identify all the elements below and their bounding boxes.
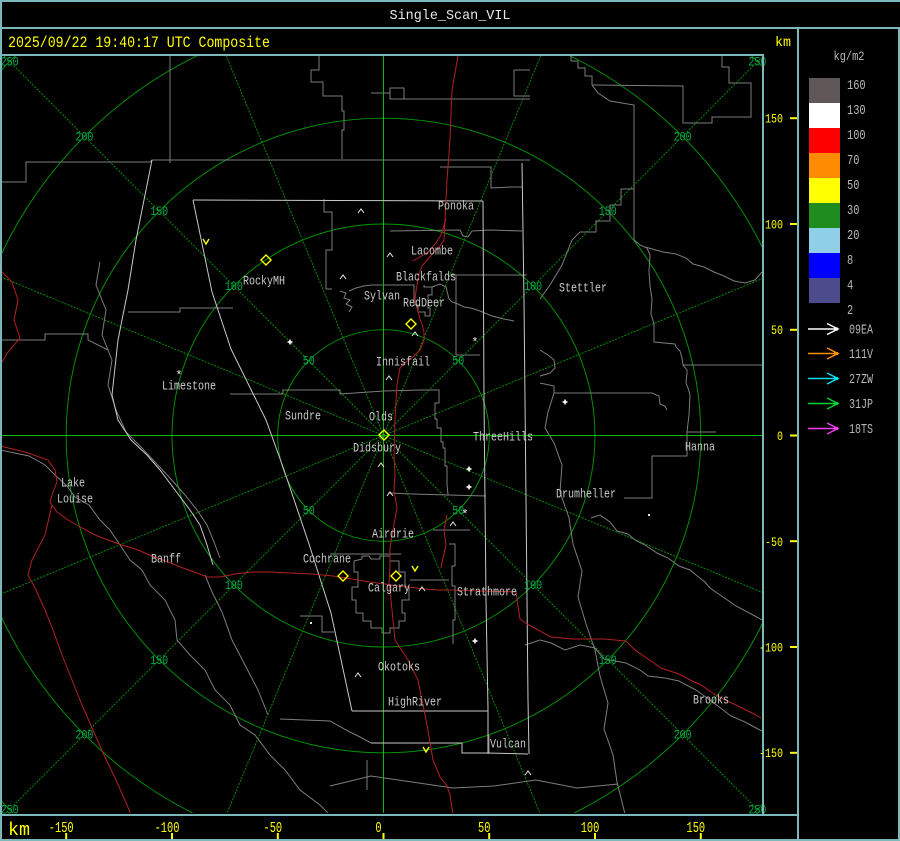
svg-text:-100: -100: [759, 641, 783, 656]
svg-text:200: 200: [75, 129, 93, 144]
svg-text:160: 160: [847, 79, 866, 94]
svg-text:27ZW: 27ZW: [849, 373, 874, 388]
svg-text:*: *: [471, 336, 478, 350]
svg-text:Single_Scan_VIL: Single_Scan_VIL: [390, 8, 511, 24]
svg-text:100: 100: [581, 821, 600, 837]
svg-text:111V: 111V: [849, 348, 874, 363]
svg-text:km: km: [775, 36, 791, 51]
svg-text:31JP: 31JP: [849, 398, 873, 413]
svg-text:Sylvan: Sylvan: [364, 289, 400, 304]
svg-text:2: 2: [847, 304, 853, 319]
svg-text:0: 0: [777, 429, 783, 444]
svg-text:RockyMH: RockyMH: [243, 274, 285, 289]
svg-text:4: 4: [847, 279, 853, 294]
svg-text:-100: -100: [155, 821, 180, 837]
svg-text:Blackfalds: Blackfalds: [396, 270, 456, 285]
svg-text:*: *: [461, 508, 468, 522]
svg-text:100: 100: [524, 578, 542, 593]
svg-text:0: 0: [375, 821, 381, 837]
svg-text:150: 150: [687, 821, 706, 837]
svg-text:100: 100: [847, 129, 866, 144]
svg-text:kg/m2: kg/m2: [834, 49, 865, 64]
svg-text:ThreeHills: ThreeHills: [473, 430, 533, 445]
svg-text:150: 150: [150, 653, 168, 668]
svg-text:Brooks: Brooks: [693, 693, 729, 708]
svg-text:Vulcan: Vulcan: [490, 737, 526, 752]
svg-text:Innisfail: Innisfail: [376, 355, 430, 370]
svg-text:-50: -50: [765, 535, 783, 550]
svg-text:-50: -50: [264, 821, 283, 837]
svg-text:HighRiver: HighRiver: [388, 695, 442, 710]
svg-text:18TS: 18TS: [849, 423, 873, 438]
svg-text:09EA: 09EA: [849, 324, 874, 339]
svg-text:km: km: [8, 821, 30, 841]
svg-text:Airdrie: Airdrie: [372, 527, 414, 542]
svg-text:50: 50: [303, 503, 315, 518]
svg-text:Lacombe: Lacombe: [411, 244, 453, 259]
svg-text:150: 150: [765, 112, 783, 127]
svg-text:RedDeer: RedDeer: [403, 296, 445, 311]
svg-text:100: 100: [225, 279, 243, 294]
svg-text:200: 200: [75, 728, 93, 743]
svg-text:Calgary: Calgary: [368, 581, 410, 596]
svg-text:Okotoks: Okotoks: [378, 660, 420, 675]
svg-text:50: 50: [478, 821, 490, 837]
svg-text:150: 150: [599, 204, 617, 219]
svg-text:50: 50: [303, 354, 315, 369]
svg-text:-150: -150: [49, 821, 74, 837]
svg-text:Drumheller: Drumheller: [556, 487, 616, 502]
svg-text:70: 70: [847, 154, 859, 169]
svg-text:Olds: Olds: [369, 410, 393, 425]
svg-text:Louise: Louise: [57, 492, 93, 507]
svg-text:200: 200: [674, 728, 692, 743]
svg-text:30: 30: [847, 204, 859, 219]
svg-text:50: 50: [452, 354, 464, 369]
svg-text:Ponoka: Ponoka: [438, 199, 474, 214]
svg-text:2025/09/22 19:40:17 UTC Compos: 2025/09/22 19:40:17 UTC Composite: [8, 34, 270, 52]
svg-text:-150: -150: [759, 746, 783, 761]
svg-text:100: 100: [524, 279, 542, 294]
svg-text:Stettler: Stettler: [559, 281, 607, 296]
svg-text:200: 200: [674, 129, 692, 144]
svg-text:250: 250: [1, 55, 19, 70]
svg-text:50: 50: [771, 323, 783, 338]
svg-text:8: 8: [847, 254, 853, 269]
svg-text:100: 100: [765, 218, 783, 233]
svg-text:*: *: [175, 369, 182, 383]
svg-text:Sundre: Sundre: [285, 409, 321, 424]
svg-text:Lake: Lake: [61, 476, 85, 491]
svg-text:100: 100: [225, 578, 243, 593]
svg-text:Didsbury: Didsbury: [353, 441, 401, 456]
svg-text:Strathmore: Strathmore: [457, 585, 517, 600]
svg-text:Limestone: Limestone: [162, 379, 216, 394]
svg-text:130: 130: [847, 104, 866, 119]
svg-text:150: 150: [599, 653, 617, 668]
svg-text:50: 50: [847, 179, 859, 194]
svg-text:Cochrane: Cochrane: [303, 552, 351, 567]
svg-text:Hanna: Hanna: [685, 440, 715, 455]
svg-text:Banff: Banff: [151, 552, 181, 567]
svg-text:150: 150: [150, 204, 168, 219]
svg-text:20: 20: [847, 229, 859, 244]
